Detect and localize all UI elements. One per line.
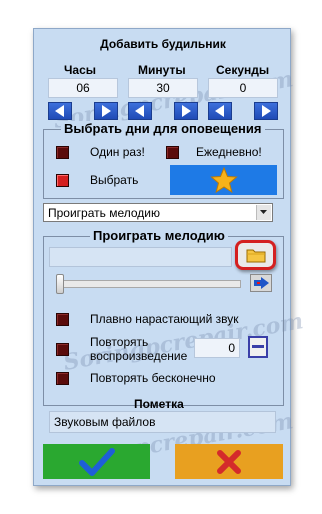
star-icon bbox=[210, 167, 238, 193]
repeat-count-spinner[interactable] bbox=[248, 336, 268, 358]
repeat-label: Повторять воспроизведение bbox=[90, 335, 187, 363]
arrow-right-icon bbox=[262, 105, 271, 117]
action-select[interactable]: Проиграть мелодию bbox=[43, 203, 273, 222]
arrow-left-icon bbox=[215, 105, 224, 117]
repeat-label-line1: Повторять bbox=[90, 335, 149, 349]
chevron-down-icon bbox=[260, 210, 267, 214]
arrow-right-icon bbox=[254, 277, 269, 289]
daily-label: Ежедневно! bbox=[196, 145, 262, 159]
hours-field[interactable]: 06 bbox=[48, 78, 118, 98]
arrow-right-icon bbox=[102, 105, 111, 117]
note-input[interactable]: Звуковым файлов bbox=[49, 411, 276, 433]
choose-days-button[interactable] bbox=[170, 165, 277, 195]
seconds-decrement-button[interactable] bbox=[208, 102, 232, 120]
hours-increment-button[interactable] bbox=[94, 102, 118, 120]
once-checkbox[interactable] bbox=[56, 146, 69, 159]
minutes-label: Минуты bbox=[138, 63, 186, 77]
seconds-field[interactable]: 0 bbox=[208, 78, 278, 98]
volume-slider-thumb[interactable] bbox=[56, 274, 64, 294]
minutes-field[interactable]: 30 bbox=[128, 78, 198, 98]
repeat-checkbox[interactable] bbox=[56, 343, 69, 356]
choose-days-label: Выбрать bbox=[90, 173, 139, 187]
note-label: Пометка bbox=[134, 397, 184, 411]
melody-group-title: Проиграть мелодию bbox=[90, 228, 228, 243]
arrow-right-icon bbox=[182, 105, 191, 117]
minutes-increment-button[interactable] bbox=[174, 102, 198, 120]
repeat-forever-text: Повторять бесконечно bbox=[90, 371, 216, 385]
minutes-decrement-button[interactable] bbox=[128, 102, 152, 120]
dropdown-button[interactable] bbox=[256, 205, 271, 220]
smooth-volume-checkbox[interactable] bbox=[56, 313, 69, 326]
daily-checkbox[interactable] bbox=[166, 146, 179, 159]
repeat-count-field[interactable]: 0 bbox=[194, 338, 240, 358]
spinner-bar bbox=[252, 345, 264, 348]
hours-decrement-button[interactable] bbox=[48, 102, 72, 120]
repeat-label-line2: воспроизведение bbox=[90, 349, 188, 363]
arrow-left-icon bbox=[55, 105, 64, 117]
close-icon bbox=[217, 450, 241, 474]
melody-file-path[interactable] bbox=[49, 247, 232, 267]
play-preview-button[interactable] bbox=[250, 274, 272, 292]
volume-track bbox=[56, 280, 241, 288]
cancel-button[interactable] bbox=[175, 444, 283, 479]
repeat-forever-checkbox[interactable] bbox=[56, 372, 69, 385]
hours-label: Часы bbox=[64, 63, 97, 77]
arrow-left-icon bbox=[135, 105, 144, 117]
checkmark-icon bbox=[79, 448, 115, 476]
days-group-title: Выбрать дни для оповещения bbox=[61, 121, 265, 136]
seconds-increment-button[interactable] bbox=[254, 102, 278, 120]
choose-days-checkbox[interactable] bbox=[56, 174, 69, 187]
add-alarm-dialog: Soringpcrepair.com Soringpcrepair.com So… bbox=[33, 28, 305, 486]
action-select-value: Проиграть мелодию bbox=[48, 206, 160, 220]
dialog-title: Добавить будильник bbox=[100, 37, 226, 51]
folder-icon bbox=[246, 249, 266, 263]
seconds-label: Секунды bbox=[216, 63, 270, 77]
ok-button[interactable] bbox=[43, 444, 150, 479]
once-label: Один раз! bbox=[90, 145, 145, 159]
browse-folder-button[interactable] bbox=[235, 240, 276, 270]
smooth-volume-label: Плавно нарастающий звук bbox=[90, 312, 239, 326]
